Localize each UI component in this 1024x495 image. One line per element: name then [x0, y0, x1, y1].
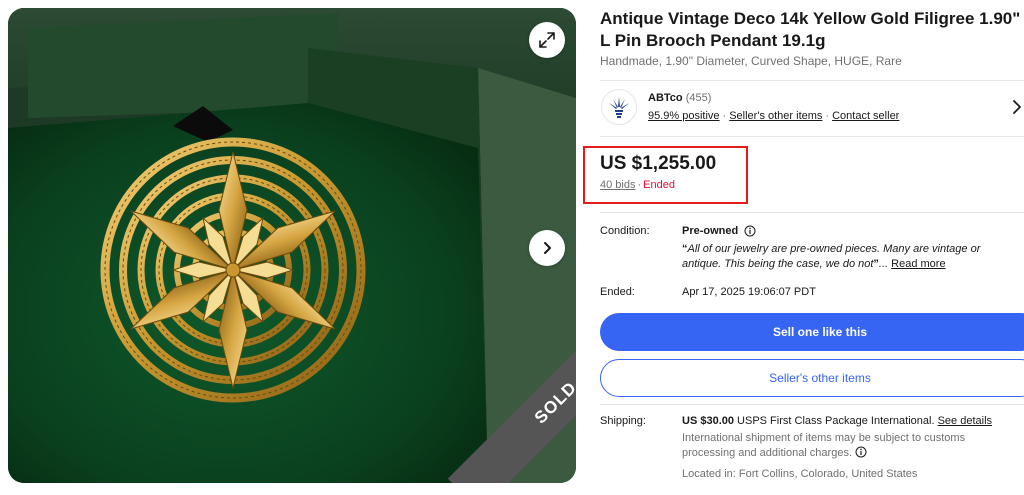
expand-icon — [539, 32, 555, 48]
divider — [600, 212, 1024, 213]
ellipsis: ... — [878, 258, 889, 270]
divider — [600, 80, 1024, 81]
see-details-link[interactable]: See details — [938, 415, 992, 427]
read-more-link[interactable]: Read more — [891, 258, 945, 270]
item-location: Located in: Fort Collins, Colorado, Unit… — [682, 468, 918, 480]
shipping-amount: US $30.00 — [682, 415, 734, 427]
seller-feedback-count: (455) — [685, 92, 712, 104]
seller-other-items-link[interactable]: Seller's other items — [729, 110, 822, 122]
listing-subtitle: Handmade, 1.90" Diameter, Curved Shape, … — [600, 54, 902, 68]
chevron-right-icon — [544, 242, 551, 254]
price-amount: US $1,255.00 — [600, 153, 717, 174]
condition-value: Pre-owned — [682, 225, 739, 237]
divider — [600, 136, 1024, 137]
ended-value: Apr 17, 2025 19:06:07 PDT — [682, 286, 816, 298]
sellers-other-items-button[interactable]: Seller's other items — [600, 359, 1024, 397]
listing-title: Antique Vintage Deco 14k Yellow Gold Fil… — [600, 9, 1021, 50]
shipping-method: USPS First Class Package International. — [737, 415, 935, 427]
info-icon[interactable] — [744, 225, 756, 237]
chevron-right-icon[interactable] — [1010, 98, 1024, 116]
info-icon[interactable] — [855, 446, 867, 458]
auction-status: Ended — [643, 179, 675, 191]
ended-label: Ended: — [600, 286, 635, 298]
seller-name[interactable]: ABTco — [648, 92, 683, 104]
shipping-line: US $30.00 USPS First Class Package Inter… — [682, 415, 992, 427]
condition-value-row: Pre-owned — [682, 225, 756, 237]
seller-links: 95.9% positive · Seller's other items · Cont… — [648, 110, 899, 122]
seller-positive-link[interactable]: 95.9% positive — [648, 110, 720, 122]
seller-logo-icon — [609, 97, 629, 118]
separator: · — [722, 110, 727, 122]
product-image-panel[interactable]: SOLD — [8, 8, 576, 483]
shipping-note-text: International shipment of items may be s… — [682, 432, 966, 459]
listing-details: Antique Vintage Deco 14k Yellow Gold Fil… — [583, 0, 1024, 495]
condition-label: Condition: — [600, 225, 650, 237]
sell-one-like-this-button[interactable]: Sell one like this — [600, 313, 1024, 351]
seller-card[interactable]: ABTco (455) 95.9% positive · Seller's othe… — [600, 86, 1024, 130]
bids-link[interactable]: 40 bids — [600, 179, 635, 191]
seller-name-line: ABTco (455) — [648, 92, 711, 104]
expand-image-button[interactable] — [529, 22, 565, 58]
separator: · — [637, 179, 642, 191]
separator: · — [825, 110, 830, 122]
divider — [600, 404, 1024, 405]
product-photo[interactable] — [8, 8, 576, 483]
shipping-note: International shipment of items may be s… — [682, 431, 1012, 461]
seller-avatar[interactable] — [601, 89, 637, 125]
next-image-button[interactable] — [529, 230, 565, 266]
condition-description: “All of our jewelry are pre-owned pieces… — [682, 242, 1012, 272]
bids-status-line: 40 bids · Ended — [600, 179, 675, 191]
contact-seller-link[interactable]: Contact seller — [832, 110, 899, 122]
shipping-label: Shipping: — [600, 415, 646, 427]
